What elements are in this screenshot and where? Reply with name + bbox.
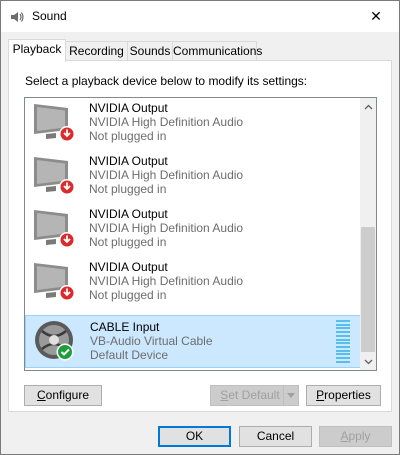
device-name: NVIDIA Output xyxy=(89,101,168,115)
device-driver: NVIDIA High Definition Audio xyxy=(89,274,244,288)
device-status: Not plugged in xyxy=(89,288,167,302)
chevron-down-icon xyxy=(287,393,295,398)
volume-meter xyxy=(336,320,350,363)
list-item[interactable]: NVIDIA Output NVIDIA High Definition Aud… xyxy=(25,203,361,256)
scroll-down-button[interactable] xyxy=(360,353,376,370)
apply-button[interactable]: Apply xyxy=(319,426,392,447)
chevron-up-icon xyxy=(364,104,372,109)
title-bar[interactable]: Sound ✕ xyxy=(1,1,399,32)
tab-recording[interactable]: Recording xyxy=(65,41,128,60)
device-driver: NVIDIA High Definition Audio xyxy=(89,168,244,182)
list-item[interactable]: NVIDIA Output NVIDIA High Definition Aud… xyxy=(25,150,361,203)
device-driver: NVIDIA High Definition Audio xyxy=(89,221,244,235)
monitor-icon xyxy=(34,263,75,301)
ok-button[interactable]: OK xyxy=(158,426,231,447)
set-default-dropdown[interactable] xyxy=(283,385,299,406)
sound-dialog: Sound ✕ Playback Recording Sounds Commun… xyxy=(0,0,400,455)
set-default-button[interactable]: Set Default xyxy=(210,385,290,406)
list-item[interactable]: NVIDIA Output NVIDIA High Definition Aud… xyxy=(25,98,361,150)
device-list[interactable]: NVIDIA Output NVIDIA High Definition Aud… xyxy=(24,97,377,371)
device-status: Not plugged in xyxy=(89,182,167,196)
monitor-icon xyxy=(34,104,75,142)
speaker-icon xyxy=(9,9,25,25)
tab-communications[interactable]: Communications xyxy=(172,41,262,60)
device-name: NVIDIA Output xyxy=(89,207,168,221)
properties-button[interactable]: Properties xyxy=(306,385,381,406)
close-button[interactable]: ✕ xyxy=(353,1,399,32)
window-title: Sound xyxy=(32,9,67,23)
close-icon: ✕ xyxy=(370,8,382,24)
scroll-up-button[interactable] xyxy=(360,98,376,115)
list-item[interactable]: NVIDIA Output NVIDIA High Definition Aud… xyxy=(25,256,361,309)
monitor-icon xyxy=(34,210,75,248)
scroll-thumb[interactable] xyxy=(361,227,375,352)
device-name: CABLE Input xyxy=(90,320,160,334)
device-status: Default Device xyxy=(90,348,169,362)
list-item-selected[interactable]: CABLE Input VB-Audio Virtual Cable Defau… xyxy=(25,315,361,368)
audio-cable-icon xyxy=(35,321,74,361)
tab-sounds[interactable]: Sounds xyxy=(127,41,173,60)
device-status: Not plugged in xyxy=(89,129,167,143)
monitor-icon xyxy=(34,157,75,195)
playback-panel: Select a playback device below to modify… xyxy=(8,60,392,412)
device-status: Not plugged in xyxy=(89,235,167,249)
instruction-text: Select a playback device below to modify… xyxy=(25,74,308,88)
vertical-scrollbar[interactable] xyxy=(360,98,376,370)
tab-playback[interactable]: Playback xyxy=(8,39,66,62)
device-driver: NVIDIA High Definition Audio xyxy=(89,115,244,129)
device-name: NVIDIA Output xyxy=(89,154,168,168)
device-driver: VB-Audio Virtual Cable xyxy=(90,334,213,348)
configure-button[interactable]: Configure xyxy=(24,385,102,406)
cancel-button[interactable]: Cancel xyxy=(239,426,312,447)
chevron-down-icon xyxy=(364,359,372,364)
device-name: NVIDIA Output xyxy=(89,260,168,274)
